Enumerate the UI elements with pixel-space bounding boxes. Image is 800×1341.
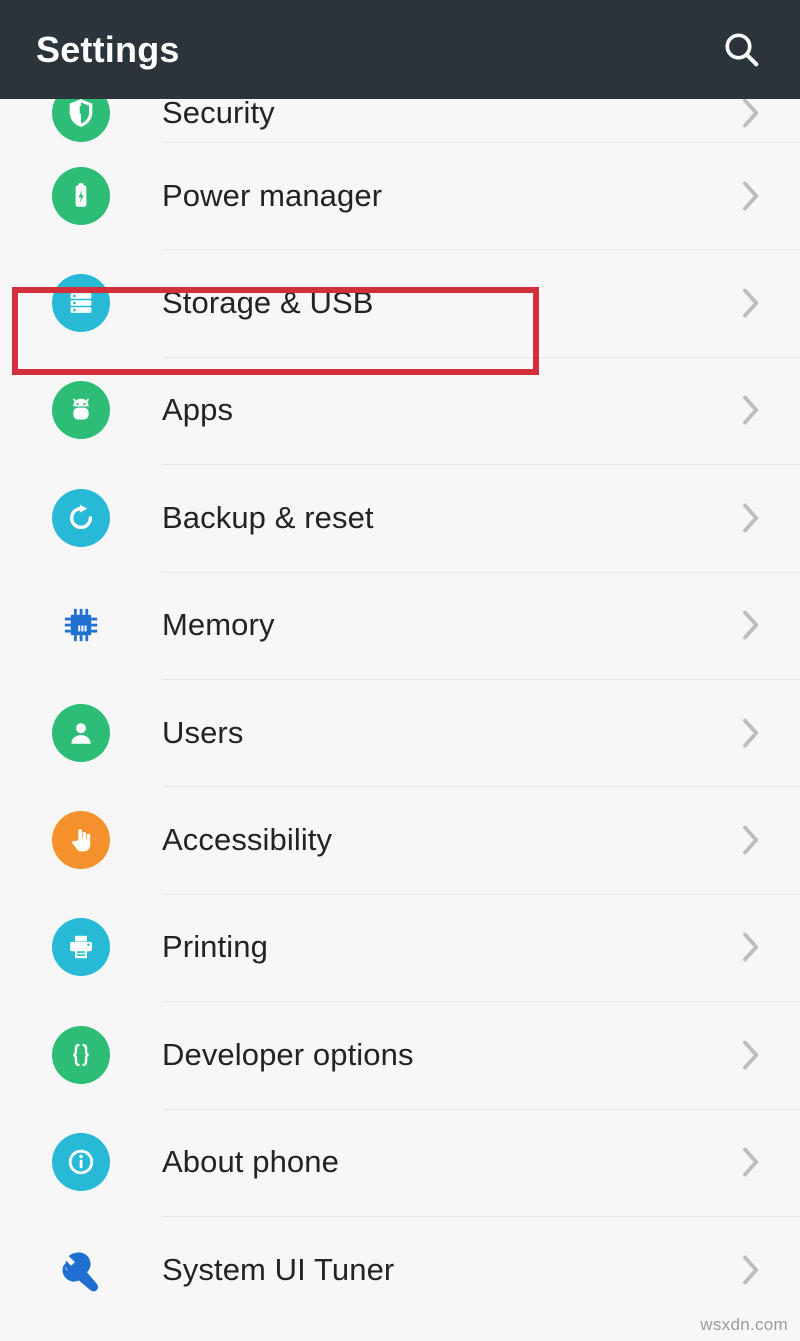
- list-item-about-phone[interactable]: About phone: [0, 1108, 800, 1216]
- divider: [162, 1001, 800, 1003]
- chevron-right-icon: [743, 1147, 759, 1177]
- list-item-label: Developer options: [162, 1036, 414, 1072]
- list-item-backup-reset[interactable]: Backup & reset: [0, 464, 800, 571]
- list-item-label: Accessibility: [162, 822, 333, 858]
- list-item-label: Security: [162, 94, 275, 130]
- info-icon: [52, 1133, 110, 1192]
- list-item-apps[interactable]: Apps: [0, 356, 800, 464]
- wrench-icon: [52, 1241, 110, 1299]
- divider: [162, 893, 800, 895]
- list-item-accessibility[interactable]: Accessibility: [0, 786, 800, 893]
- divider: [162, 571, 800, 573]
- divider: [162, 142, 800, 143]
- chevron-cell[interactable]: [700, 174, 800, 218]
- chevron-right-icon: [743, 181, 759, 211]
- search-icon: [725, 32, 759, 66]
- list-item-label: System UI Tuner: [162, 1251, 395, 1287]
- divider: [162, 1215, 800, 1217]
- icon-cell: [0, 1025, 162, 1084]
- icon-cell: [0, 703, 162, 762]
- watermark: wsxdn.com: [700, 1315, 788, 1334]
- memory-chip-icon: [52, 596, 110, 654]
- list-item-system-ui-tuner[interactable]: System UI Tuner: [0, 1215, 800, 1323]
- list-item-developer-options[interactable]: Developer options: [0, 1001, 800, 1108]
- divider: [162, 786, 800, 788]
- icon-cell: [0, 274, 162, 333]
- list-item-memory[interactable]: Memory: [0, 571, 800, 679]
- storage-icon: [52, 274, 110, 333]
- chevron-right-icon: [743, 288, 759, 318]
- person-glyph: [71, 722, 91, 744]
- refresh-glyph: [69, 504, 93, 529]
- battery-glyph: [75, 182, 87, 207]
- divider: [162, 356, 800, 358]
- settings-list: Security Power manager Storage & USB App…: [0, 83, 800, 1341]
- memory-chip-glyph: [64, 609, 98, 642]
- chevron-right-icon: [743, 825, 759, 855]
- list-item-label: Users: [162, 714, 244, 750]
- hand-pointer-glyph: [72, 829, 91, 852]
- android-robot-glyph: [73, 399, 89, 420]
- icon-cell: [0, 1241, 162, 1299]
- chevron-cell[interactable]: [700, 281, 800, 325]
- divider: [162, 678, 800, 680]
- icon-cell: [0, 488, 162, 547]
- curly-braces-glyph: [73, 1043, 89, 1066]
- list-item-label: Power manager: [162, 177, 383, 213]
- chevron-cell[interactable]: [700, 603, 800, 647]
- list-item-label: Apps: [162, 392, 234, 428]
- icon-cell: [0, 381, 162, 440]
- printer-glyph: [70, 936, 92, 959]
- chevron-cell[interactable]: [700, 388, 800, 432]
- hand-pointer-icon: [52, 811, 110, 870]
- chevron-right-icon: [743, 718, 759, 748]
- battery-icon: [52, 166, 110, 225]
- icon-cell: [0, 596, 162, 654]
- chevron-cell[interactable]: [700, 818, 800, 862]
- divider: [162, 1108, 800, 1110]
- chevron-right-icon: [743, 503, 759, 533]
- chevron-right-icon: [743, 932, 759, 962]
- list-item-power-manager[interactable]: Power manager: [0, 142, 800, 249]
- list-item-label: About phone: [162, 1144, 339, 1180]
- chevron-cell[interactable]: [700, 1140, 800, 1184]
- chevron-cell[interactable]: [700, 925, 800, 969]
- person-icon: [52, 703, 110, 762]
- search-button[interactable]: [712, 20, 772, 80]
- chevron-right-icon: [743, 396, 759, 425]
- divider: [162, 249, 800, 251]
- chevron-cell[interactable]: [700, 1033, 800, 1077]
- list-item-users[interactable]: Users: [0, 678, 800, 786]
- app-bar: Settings: [0, 0, 800, 99]
- icon-cell: [0, 1133, 162, 1192]
- list-item-printing[interactable]: Printing: [0, 893, 800, 1001]
- icon-cell: [0, 918, 162, 977]
- chevron-right-icon: [743, 610, 759, 640]
- info-glyph: [68, 1149, 94, 1175]
- curly-braces-icon: [52, 1025, 110, 1084]
- chevron-cell[interactable]: [700, 711, 800, 755]
- list-item-label: Backup & reset: [162, 499, 374, 535]
- refresh-icon: [52, 488, 110, 547]
- list-item-label: Printing: [162, 929, 268, 965]
- list-item-storage-usb[interactable]: Storage & USB: [0, 249, 800, 356]
- chevron-right-icon: [743, 1255, 759, 1285]
- icon-cell: [0, 166, 162, 225]
- wrench-glyph: [62, 1252, 99, 1292]
- chevron-cell[interactable]: [700, 1248, 800, 1292]
- android-robot-icon: [52, 381, 110, 440]
- chevron-cell[interactable]: [700, 496, 800, 540]
- chevron-right-icon: [743, 1040, 759, 1070]
- shield-glyph: [69, 98, 93, 127]
- icon-cell: [0, 811, 162, 870]
- printer-icon: [52, 918, 110, 977]
- divider: [162, 464, 800, 466]
- storage-glyph: [70, 293, 92, 313]
- page-title: Settings: [36, 28, 180, 70]
- list-item-label: Storage & USB: [162, 285, 374, 321]
- list-item-label: Memory: [162, 607, 275, 643]
